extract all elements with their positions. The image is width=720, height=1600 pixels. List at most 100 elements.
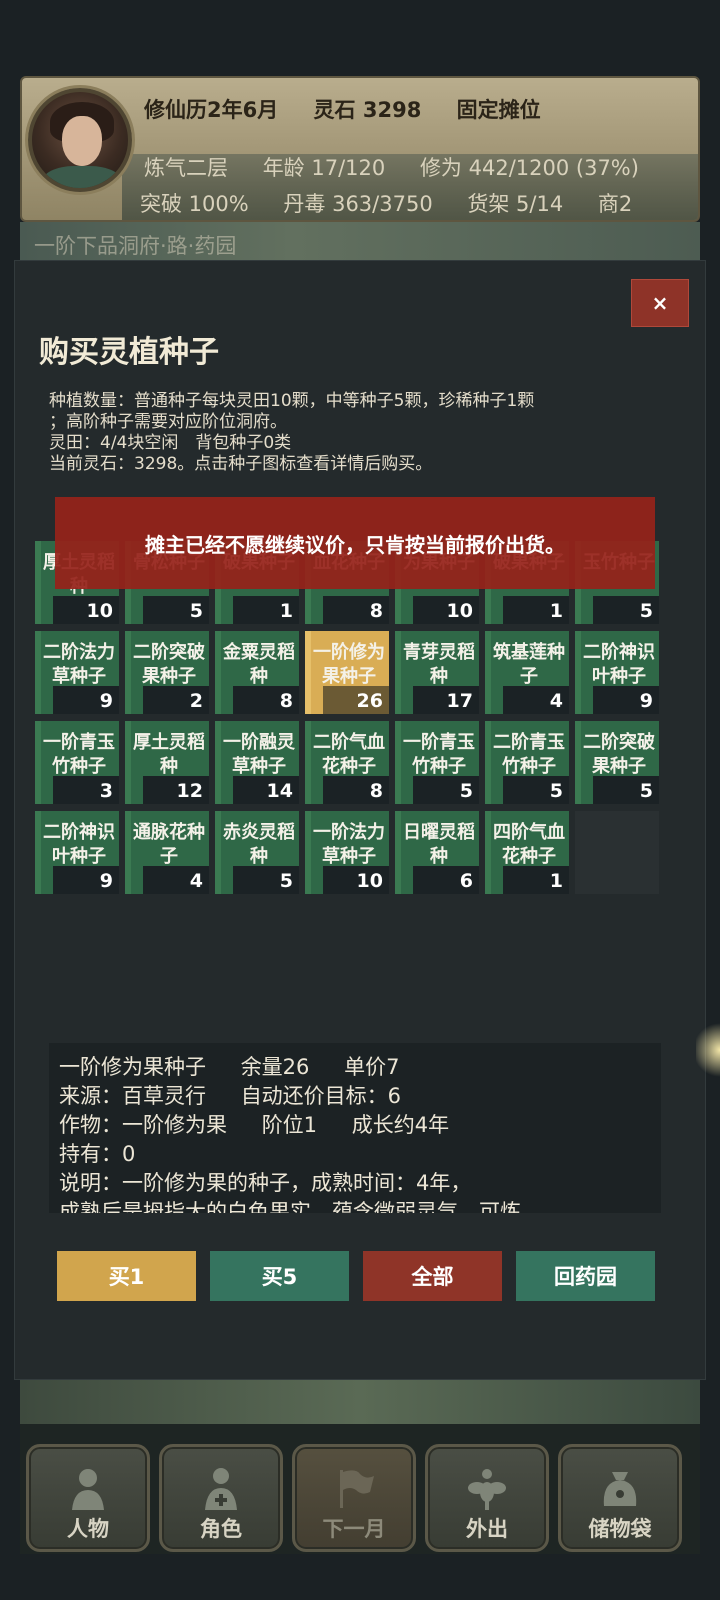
seed-tile[interactable]: 金粟灵稻种 8 [215,631,299,714]
seed-grid: 厚土灵稻种10骨松种子5破果种子1血花种子8为果种子10破果种子1玉竹种子5二阶… [35,541,665,894]
seed-tile[interactable]: 一阶法力草种子 10 [305,811,389,894]
seed-count: 6 [459,870,473,892]
seed-count: 5 [189,600,203,622]
flag-icon [331,1465,377,1511]
header-row-3: 突破 100% 丹毒 363/3750 货架 5/14 商2 [140,188,660,218]
info-line: 灵田：4/4块空闲 背包种子0类 [49,433,292,453]
seed-detail-panel[interactable]: 一阶修为果种子 余量26 单价7 来源：百草灵行 自动还价目标：6 作物：一阶修… [49,1043,661,1213]
action-bar: 买1 买5 全部 回药园 [57,1251,657,1301]
detail-stock: 余量26 [240,1055,310,1079]
avatar[interactable] [28,88,132,192]
nav-label: 人物 [67,1517,109,1541]
nav-storage-bag-button[interactable]: 储物袋 [558,1444,682,1552]
character-icon [198,1465,244,1511]
nav-label: 下一月 [322,1517,386,1541]
seed-tile[interactable]: 青芽灵稻种 17 [395,631,479,714]
seed-tile[interactable]: 二阶法力草种子 9 [35,631,119,714]
seed-tile[interactable]: 一阶青玉竹种子 3 [35,721,119,804]
detail-held: 持有：0 [59,1142,136,1166]
empty-seed-slot [575,811,659,894]
nav-character-button[interactable]: 角色 [159,1444,283,1552]
scene-strip: 一阶下品洞府·路·药园 [20,222,700,262]
seed-tile[interactable]: 一阶青玉竹种子 5 [395,721,479,804]
detail-name: 一阶修为果种子 [59,1055,206,1079]
seed-count: 1 [549,600,563,622]
pill-poison: 丹毒 363/3750 [283,192,433,216]
seed-count: 9 [99,870,113,892]
header-row-1: 修仙历2年6月 灵石 3298 固定摊位 [144,94,569,124]
seed-tile[interactable]: 通脉花种子 4 [125,811,209,894]
bottom-scene-strip [20,1380,700,1424]
detail-crop: 作物：一阶修为果 [59,1113,227,1137]
nav-label: 储物袋 [588,1517,652,1541]
realm: 炼气二层 [144,156,228,180]
seed-count: 3 [99,780,113,802]
seed-count: 1 [549,870,563,892]
detail-source: 来源：百草灵行 [59,1084,206,1108]
nav-person-button[interactable]: 人物 [26,1444,150,1552]
seed-tile[interactable]: 筑基莲种子 4 [485,631,569,714]
detail-desc: 说明：一阶修为果的种子，成熟时间：4年， [59,1171,472,1195]
seed-tile[interactable]: 一阶融灵草种子 14 [215,721,299,804]
seed-count: 9 [99,690,113,712]
stall-type: 固定摊位 [456,98,541,122]
seed-tile[interactable]: 二阶神识叶种子 9 [35,811,119,894]
shelf: 货架 5/14 [467,192,564,216]
buy-one-button[interactable]: 买1 [57,1251,196,1301]
bargain-toast: 摊主已经不愿继续议价，只肯按当前报价出货。 [55,497,655,589]
cultivation: 修为 442/1200 (37%) [419,156,639,180]
seed-tile[interactable]: 二阶气血花种子 8 [305,721,389,804]
seed-tile[interactable]: 一阶修为果种子 26 [305,631,389,714]
bag-icon [597,1465,643,1511]
buy-seeds-dialog: × 购买灵植种子 种植数量：普通种子每块灵田10颗，中等种子5颗，珍稀种子1颗 … [14,260,706,1380]
seed-tile[interactable]: 二阶突破果种子 5 [575,721,659,804]
seed-count: 10 [86,600,113,622]
header-row-2: 炼气二层 年龄 17/120 修为 442/1200 (37%) [144,152,667,182]
seed-count: 5 [549,780,563,802]
seed-tile[interactable]: 四阶气血花种子 1 [485,811,569,894]
planting-info: 种植数量：普通种子每块灵田10颗，中等种子5颗，珍稀种子1颗 ；高阶种子需要对应… [49,391,679,475]
age: 年龄 17/120 [262,156,386,180]
seed-tile[interactable]: 赤炎灵稻种 5 [215,811,299,894]
nav-label: 外出 [466,1517,508,1541]
seed-count: 8 [279,690,293,712]
info-line: ；高阶种子需要对应阶位洞府。 [49,412,287,432]
info-line: 种植数量：普通种子每块灵田10颗，中等种子5颗，珍稀种子1颗 [49,391,535,411]
seed-count: 4 [549,690,563,712]
back-to-garden-button[interactable]: 回药园 [516,1251,655,1301]
seed-count: 26 [356,690,383,712]
detail-price: 单价7 [344,1055,400,1079]
detail-row: 来源：百草灵行 自动还价目标：6 [59,1082,651,1111]
seed-count: 4 [189,870,203,892]
seed-count: 10 [356,870,383,892]
nav-outing-button[interactable]: 外出 [425,1444,549,1552]
detail-row: 作物：一阶修为果 阶位1 成长约4年 [59,1111,651,1140]
seed-count: 17 [446,690,473,712]
seed-tile[interactable]: 厚土灵稻种 12 [125,721,209,804]
person-icon [65,1465,111,1511]
edge-glow [696,1020,720,1080]
seed-count: 5 [639,780,653,802]
seed-count: 5 [279,870,293,892]
seed-tile[interactable]: 二阶青玉竹种子 5 [485,721,569,804]
seed-tile[interactable]: 二阶神识叶种子 9 [575,631,659,714]
spirit-stones: 灵石 3298 [313,98,422,122]
bottom-nav: 人物 角色 下一月 外出 储物袋 [20,1424,700,1554]
buy-five-button[interactable]: 买5 [210,1251,349,1301]
game-date: 修仙历2年6月 [144,98,279,122]
nav-next-month-button[interactable]: 下一月 [292,1444,416,1552]
seed-count: 9 [639,690,653,712]
seed-count: 1 [279,600,293,622]
close-button[interactable]: × [631,279,689,327]
seed-tile[interactable]: 日曜灵稻种 6 [395,811,479,894]
detail-auto-bargain: 自动还价目标：6 [240,1084,402,1108]
flower-icon [464,1465,510,1511]
seed-count: 5 [639,600,653,622]
seed-count: 8 [369,600,383,622]
detail-tier: 阶位1 [261,1113,318,1137]
nav-label: 角色 [200,1517,242,1541]
seed-count: 12 [176,780,203,802]
status-header: 修仙历2年6月 灵石 3298 固定摊位 炼气二层 年龄 17/120 修为 4… [20,76,700,222]
seed-tile[interactable]: 二阶突破果种子 2 [125,631,209,714]
buy-all-button[interactable]: 全部 [363,1251,502,1301]
